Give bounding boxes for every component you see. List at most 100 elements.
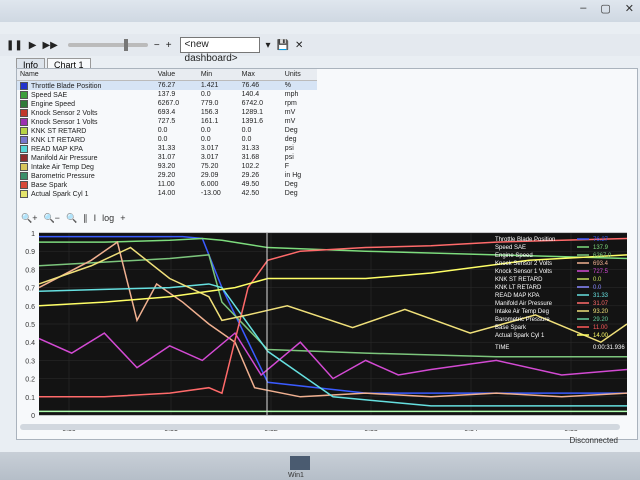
cell-units: F (284, 163, 290, 170)
play-icon[interactable]: ▶ (29, 40, 37, 51)
time-value: 0:00:31.936 (593, 345, 625, 351)
table-row[interactable]: Base Spark 11.00 6.000 49.50 Deg (17, 180, 317, 189)
legend-value: 31.07 (593, 301, 609, 307)
crosshair-icon[interactable]: + (120, 213, 125, 224)
zoom-minus-button[interactable]: − (154, 40, 160, 51)
line-chart[interactable]: 1 0.9 0.8 0.7 0.6 0.5 0.4 0.3 0.2 0.1 0 Throttle Bl… (17, 227, 637, 423)
y-tick-label: 0.9 (25, 249, 35, 256)
cell-min: 0.0 (200, 136, 211, 143)
col-name: Name (17, 69, 155, 81)
cell-value: 137.9 (157, 91, 176, 98)
table-row[interactable]: KNK LT RETARD 0.0 0.0 0.0 deg (17, 135, 317, 144)
cursor-icon[interactable]: I (94, 213, 97, 224)
row-name: Engine Speed (31, 100, 75, 108)
cell-value: 693.4 (157, 109, 176, 116)
color-swatch (20, 162, 28, 171)
cell-max: 31.68 (241, 154, 260, 161)
legend-value: 0.0 (593, 285, 602, 291)
row-name: Base Spark (31, 181, 68, 189)
table-header: Name Value Min Max Units (17, 69, 317, 81)
cell-units: mph (284, 91, 299, 98)
cell-value: 31.07 (157, 154, 176, 161)
maximize-button[interactable]: ▢ (600, 2, 610, 15)
table-row[interactable]: Manifold Air Pressure 31.07 3.017 31.68 psi (17, 153, 317, 162)
dashboard-select[interactable]: <new dashboard> (179, 37, 260, 64)
fast-forward-icon[interactable]: ▶▶ (42, 40, 57, 51)
table-row[interactable]: Actual Spark Cyl 1 14.00 -13.00 42.50 Deg (17, 189, 317, 198)
row-name: Throttle Blade Position (31, 82, 102, 90)
cell-name: Barometric Pressure (17, 171, 155, 180)
close-dashboard-icon[interactable]: ✕ (295, 40, 303, 51)
cell-value: 93.20 (157, 163, 176, 170)
legend-value: 14.00 (593, 333, 609, 339)
playback-slider[interactable] (67, 39, 148, 51)
table-body: Throttle Blade Position 76.27 1.421 76.46% S… (17, 80, 317, 199)
table-row[interactable]: Throttle Blade Position 76.27 1.421 76.46% (17, 80, 317, 90)
log-icon[interactable]: log (102, 213, 114, 224)
row-name: Manifold Air Pressure (31, 154, 98, 162)
pause-icon[interactable]: ❚❚ (6, 40, 23, 51)
table-row[interactable]: Barometric Pressure 29.20 29.09 29.26 in Hg (17, 171, 317, 180)
row-name: KNK ST RETARD (31, 127, 87, 135)
cell-name: KNK LT RETARD (17, 135, 155, 144)
legend-label: Actual Spark Cyl 1 (495, 333, 545, 339)
y-tick-label: 0 (31, 413, 35, 420)
slider-knob[interactable] (123, 39, 128, 51)
cell-value: 31.33 (157, 145, 176, 152)
table-row[interactable]: KNK ST RETARD 0.0 0.0 0.0 Deg (17, 126, 317, 135)
disconnected-status: Disconnected (569, 436, 618, 445)
legend-label: Barometric Pressure (495, 317, 550, 323)
legend-label: Base Spark (495, 325, 527, 331)
parallel-icon[interactable]: ∥ (83, 213, 88, 224)
legend-value: 11.00 (593, 325, 608, 331)
cell-max: 1289.1 (241, 109, 264, 116)
y-tick-label: 0.8 (25, 267, 35, 274)
cell-max: 49.50 (241, 181, 260, 188)
dropdown-chevron-icon[interactable]: ▾ (266, 40, 271, 51)
cell-min: 75.20 (200, 163, 219, 170)
table-row[interactable]: Speed SAE 137.9 0.0 140.4 mph (17, 90, 317, 99)
row-name: Knock Sensor 1 Volts (31, 118, 98, 126)
zoom-plus-button[interactable]: + (166, 40, 172, 51)
cell-units: deg (284, 136, 297, 143)
cell-max: 1391.6 (241, 118, 264, 125)
horizontal-scrollbar[interactable] (20, 424, 620, 430)
save-icon[interactable]: 💾 (277, 40, 289, 51)
cell-max: 0.0 (241, 127, 252, 134)
table-row[interactable]: Engine Speed 6267.0 779.0 6742.0 rpm (17, 99, 317, 108)
table-row[interactable]: Knock Sensor 2 Volts 693.4 156.3 1289.1 mV (17, 108, 317, 117)
row-name: Intake Air Temp Deg (31, 163, 94, 171)
zoom-in-icon[interactable]: 🔍+ (21, 213, 37, 224)
taskbar-app-icon[interactable] (290, 456, 310, 470)
y-tick-label: 0.3 (25, 358, 35, 365)
cell-units: psi (284, 154, 294, 161)
minimize-button[interactable]: – (580, 2, 586, 15)
cell-min: 161.1 (200, 118, 219, 125)
color-swatch (20, 144, 28, 153)
zoom-out-icon[interactable]: 🔍− (43, 213, 59, 224)
legend-value: 693.4 (593, 261, 609, 267)
cell-name: READ MAP KPA (17, 144, 155, 153)
zoom-reset-icon[interactable]: 🔍 (66, 213, 77, 224)
cell-name: Throttle Blade Position (17, 80, 155, 90)
table-row[interactable]: Intake Air Temp Deg 93.20 75.20 102.2 F (17, 162, 317, 171)
cell-units: mV (284, 109, 296, 116)
cell-max: 6742.0 (241, 100, 264, 107)
cell-units: Deg (284, 181, 298, 188)
cell-name: Knock Sensor 1 Volts (17, 117, 155, 126)
color-swatch (20, 90, 28, 99)
cell-max: 31.33 (241, 145, 260, 152)
cell-units: in Hg (284, 172, 302, 179)
chart-area[interactable]: 1 0.9 0.8 0.7 0.6 0.5 0.4 0.3 0.2 0.1 0 Throttle Bl… (17, 227, 637, 423)
cell-min: 3.017 (200, 154, 219, 161)
window-controls: – ▢ ✕ (580, 2, 634, 15)
color-swatch (20, 171, 28, 180)
color-swatch (20, 117, 28, 126)
cell-name: Engine Speed (17, 99, 155, 108)
taskbar-label: Win1 (288, 472, 304, 479)
table-row[interactable]: Knock Sensor 1 Volts 727.5 161.1 1391.6 mV (17, 117, 317, 126)
legend-label: Speed SAE (495, 245, 526, 251)
close-button[interactable]: ✕ (625, 2, 634, 15)
table-row[interactable]: READ MAP KPA 31.33 3.017 31.33 psi (17, 144, 317, 153)
chart-toolbar: 🔍+ 🔍− 🔍 ∥ I log + (21, 213, 125, 224)
